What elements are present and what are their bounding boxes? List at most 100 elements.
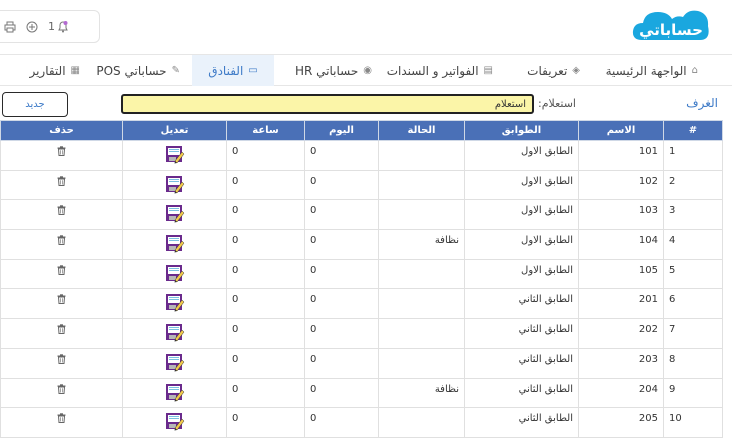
toolbar: الغرف استعلام: جديد bbox=[0, 90, 732, 118]
table-row[interactable]: 3 103 الطابق الاول 0 0 bbox=[0, 199, 723, 231]
col-day-header[interactable]: اليوم bbox=[304, 120, 379, 141]
delete-cell bbox=[0, 169, 123, 201]
room-floor: الطابق الثاني bbox=[464, 318, 579, 349]
menu-pos[interactable]: ✎ حساباتي POS bbox=[96, 55, 180, 86]
delete-cell bbox=[0, 199, 123, 231]
edit-cell bbox=[122, 140, 227, 171]
row-number: 8 bbox=[663, 347, 723, 379]
app-logo[interactable]: حساباتي bbox=[630, 6, 712, 48]
trash-icon[interactable] bbox=[57, 383, 66, 394]
row-number: 10 bbox=[663, 407, 723, 438]
delete-cell bbox=[0, 229, 123, 260]
top-bar: 1 حساباتي bbox=[0, 0, 732, 52]
edit-cell bbox=[122, 288, 227, 320]
menu-hotels[interactable]: ▭ الفنادق bbox=[192, 55, 274, 86]
col-hour-header[interactable]: ساعة bbox=[226, 120, 305, 141]
room-floor: الطابق الاول bbox=[464, 169, 579, 201]
edit-cell bbox=[122, 229, 227, 260]
col-status-header[interactable]: الحالة bbox=[378, 120, 465, 141]
table-row[interactable]: 10 205 الطابق الثاني 0 0 bbox=[0, 407, 723, 438]
room-status bbox=[378, 347, 465, 379]
top-tools: 1 bbox=[0, 10, 100, 43]
menu-home[interactable]: ⌂ الواجهة الرئيسية bbox=[606, 55, 698, 86]
table-row[interactable]: 2 102 الطابق الاول 0 0 bbox=[0, 169, 723, 201]
menu-invoices-label: الفواتير و السندات bbox=[386, 63, 479, 78]
trash-icon[interactable] bbox=[57, 205, 66, 216]
room-hour-price: 0 bbox=[226, 318, 305, 349]
rooms-table: # الاسم الطوابق الحالة اليوم ساعة تعديل … bbox=[0, 120, 723, 438]
room-name: 201 bbox=[578, 288, 664, 320]
room-floor: الطابق الاول bbox=[464, 140, 579, 171]
new-button[interactable]: جديد bbox=[2, 92, 68, 117]
trash-icon[interactable] bbox=[57, 146, 66, 156]
room-floor: الطابق الاول bbox=[464, 229, 579, 260]
trash-icon[interactable] bbox=[57, 294, 66, 305]
invoice-icon: ▤ bbox=[483, 65, 493, 76]
hr-icon: ◉ bbox=[363, 65, 372, 76]
room-name: 104 bbox=[578, 229, 664, 260]
room-day-price: 0 bbox=[304, 347, 379, 379]
page-title: الغرف bbox=[686, 96, 718, 110]
notifications-button[interactable]: 1 bbox=[48, 20, 69, 33]
edit-cell bbox=[122, 258, 227, 290]
col-floor-header[interactable]: الطوابق bbox=[464, 120, 579, 141]
room-day-price: 0 bbox=[304, 318, 379, 349]
search-input[interactable] bbox=[121, 94, 534, 114]
trash-icon[interactable] bbox=[57, 324, 66, 335]
menu-hr[interactable]: ◉ حساباتي HR bbox=[290, 55, 372, 86]
table-row[interactable]: 1 101 الطابق الاول 0 0 bbox=[0, 140, 723, 171]
edit-icon[interactable] bbox=[165, 322, 185, 342]
room-hour-price: 0 bbox=[226, 229, 305, 260]
menu-reports[interactable]: ▦ التقارير bbox=[20, 55, 80, 86]
table-body: 1 101 الطابق الاول 0 0 2 102 الطابق الاو… bbox=[0, 140, 723, 438]
printer-button[interactable] bbox=[4, 21, 16, 33]
main-menu: ⌂ الواجهة الرئيسية ◈ تعريفات ▤ الفواتير … bbox=[0, 54, 732, 86]
room-day-price: 0 bbox=[304, 288, 379, 320]
menu-reports-label: التقارير bbox=[29, 63, 66, 78]
table-row[interactable]: 4 104 الطابق الاول نظافة 0 0 bbox=[0, 229, 723, 260]
room-status bbox=[378, 318, 465, 349]
edit-icon[interactable] bbox=[165, 144, 185, 164]
room-status: نظافة bbox=[378, 229, 465, 260]
notification-count: 1 bbox=[48, 20, 55, 33]
row-number: 1 bbox=[663, 140, 723, 171]
room-hour-price: 0 bbox=[226, 199, 305, 231]
edit-icon[interactable] bbox=[165, 382, 185, 402]
menu-definitions-label: تعريفات bbox=[527, 63, 568, 78]
table-row[interactable]: 6 201 الطابق الثاني 0 0 bbox=[0, 288, 723, 320]
edit-icon[interactable] bbox=[165, 174, 185, 194]
trash-icon[interactable] bbox=[57, 175, 66, 186]
edit-icon[interactable] bbox=[165, 263, 185, 283]
add-button[interactable] bbox=[26, 21, 38, 33]
menu-invoices[interactable]: ▤ الفواتير و السندات bbox=[387, 55, 493, 86]
menu-definitions[interactable]: ◈ تعريفات bbox=[520, 55, 580, 86]
trash-icon[interactable] bbox=[57, 413, 66, 424]
room-floor: الطابق الثاني bbox=[464, 407, 579, 438]
edit-icon[interactable] bbox=[165, 292, 185, 312]
trash-icon[interactable] bbox=[57, 265, 66, 275]
room-name: 203 bbox=[578, 347, 664, 379]
delete-cell bbox=[0, 347, 123, 379]
cloud-logo-icon: حساباتي bbox=[632, 10, 709, 40]
edit-icon[interactable] bbox=[165, 233, 185, 253]
col-edit-header: تعديل bbox=[122, 120, 227, 141]
edit-cell bbox=[122, 347, 227, 379]
col-name-header[interactable]: الاسم bbox=[578, 120, 664, 141]
room-day-price: 0 bbox=[304, 199, 379, 231]
table-row[interactable]: 9 204 الطابق الثاني نظافة 0 0 bbox=[0, 377, 723, 409]
definitions-icon: ◈ bbox=[572, 65, 580, 76]
room-status bbox=[378, 169, 465, 201]
delete-cell bbox=[0, 318, 123, 349]
table-row[interactable]: 8 203 الطابق الثاني 0 0 bbox=[0, 347, 723, 379]
edit-cell bbox=[122, 199, 227, 231]
trash-icon[interactable] bbox=[57, 354, 66, 364]
trash-icon[interactable] bbox=[57, 235, 66, 246]
room-name: 204 bbox=[578, 377, 664, 409]
edit-icon[interactable] bbox=[165, 203, 185, 223]
table-row[interactable]: 5 105 الطابق الاول 0 0 bbox=[0, 258, 723, 290]
edit-icon[interactable] bbox=[165, 352, 185, 372]
table-row[interactable]: 7 202 الطابق الثاني 0 0 bbox=[0, 318, 723, 349]
edit-icon[interactable] bbox=[165, 411, 185, 431]
menu-pos-label: حساباتي POS bbox=[96, 63, 167, 78]
col-num-header[interactable]: # bbox=[663, 120, 723, 141]
